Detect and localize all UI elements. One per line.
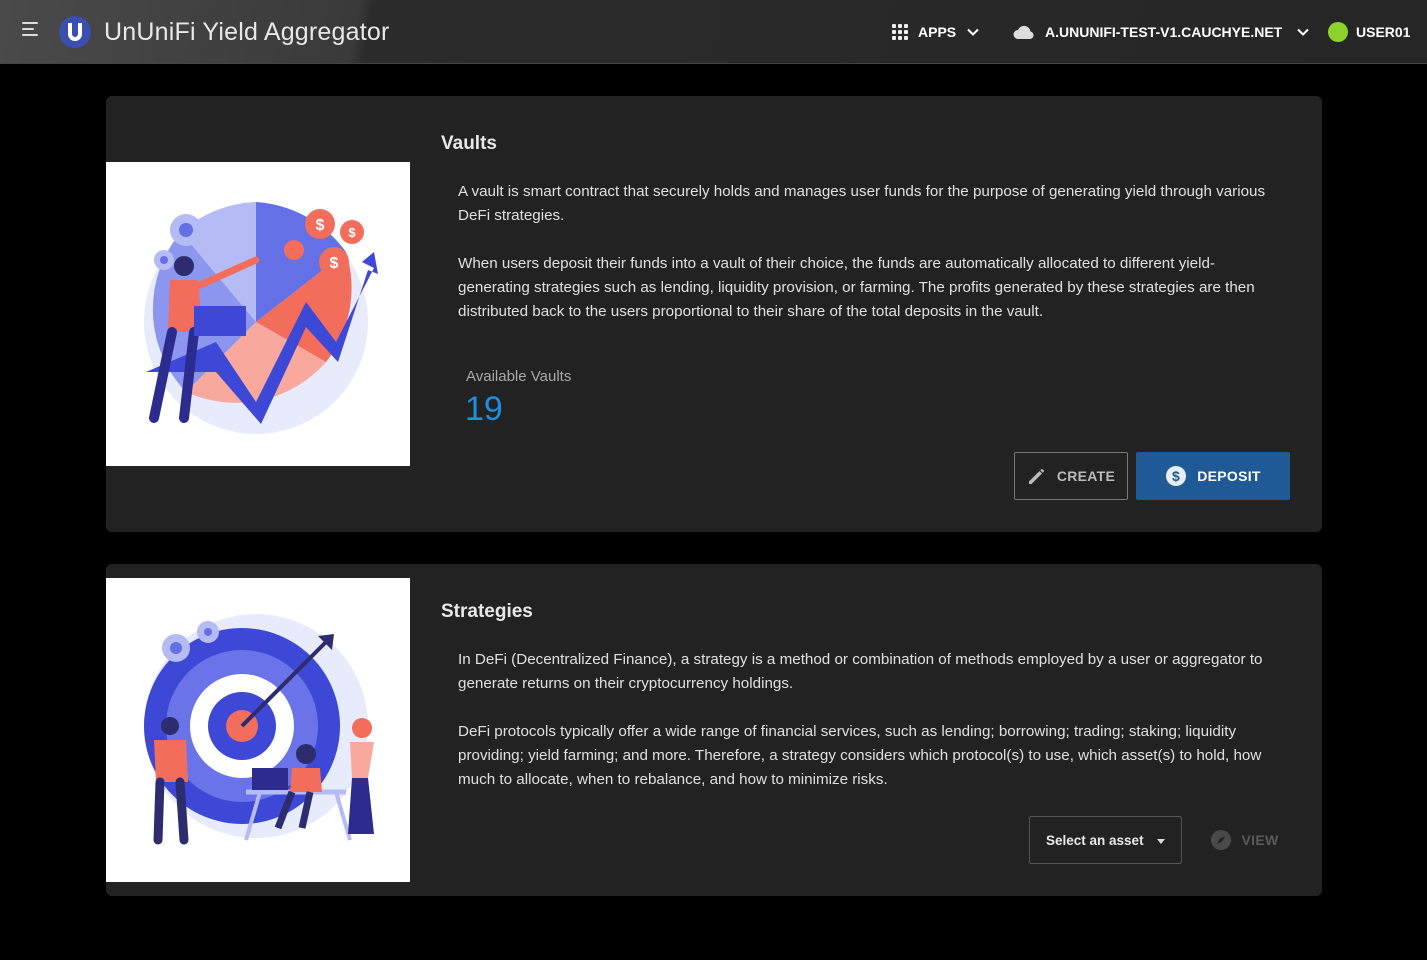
available-vaults-label: Available Vaults [466,368,572,385]
apps-label: APPS [918,24,957,40]
vaults-description-1: A vault is smart contract that securely … [458,183,1266,224]
svg-text:$: $ [316,217,325,234]
vaults-description-2: When users deposit their funds into a va… [458,255,1255,320]
asset-select-label: Select an asset [1046,832,1144,848]
view-label: VIEW [1241,832,1279,848]
user-menu[interactable]: USER01 [1328,20,1410,44]
view-button[interactable]: VIEW [1200,816,1288,864]
apps-menu-button[interactable]: APPS [892,20,980,44]
compass-icon [1210,830,1231,850]
svg-text:$: $ [330,255,339,272]
create-label: CREATE [1056,468,1116,484]
pencil-icon [1028,469,1044,484]
svg-text:$: $ [1172,468,1180,484]
status-dot [1328,22,1348,42]
user-label: USER01 [1356,24,1411,40]
vaults-title: Vaults [441,133,497,154]
chevron-down-icon [1297,28,1309,36]
network-selector[interactable]: A.UNUNIFI-TEST-V1.CAUCHYE.NET [1013,20,1310,44]
apps-grid-icon [892,24,908,40]
dollar-circle-icon: $ [1166,466,1187,486]
menu-icon[interactable] [22,22,42,42]
deposit-label: DEPOSIT [1197,468,1261,484]
chevron-down-icon [967,28,979,36]
deposit-button[interactable]: $ DEPOSIT [1136,452,1290,500]
asset-select[interactable]: Select an asset [1029,816,1182,864]
strategies-title: Strategies [441,601,533,622]
strategies-card: Strategies In DeFi (Decentralized Financ… [106,564,1322,896]
caret-down-icon [1157,839,1165,844]
network-label: A.UNUNIFI-TEST-V1.CAUCHYE.NET [1045,24,1283,40]
strategies-illustration [106,578,410,882]
strategies-description-2: DeFi protocols typically offer a wide ra… [458,723,1262,788]
create-button[interactable]: CREATE [1014,452,1128,500]
available-vaults-count: 19 [465,390,503,428]
strategies-description-1: In DeFi (Decentralized Finance), a strat… [458,651,1263,692]
vaults-illustration: $ $ $ [106,162,410,466]
cloud-icon [1013,25,1034,39]
app-title: UnUniFi Yield Aggregator [104,18,390,46]
vaults-card: $ $ $ Vaults A vault is smart contract t… [106,96,1322,532]
app-logo [59,16,91,48]
svg-text:$: $ [348,225,356,240]
top-app-bar: UnUniFi Yield Aggregator APPS A.UNUNIFI-… [0,0,1427,64]
